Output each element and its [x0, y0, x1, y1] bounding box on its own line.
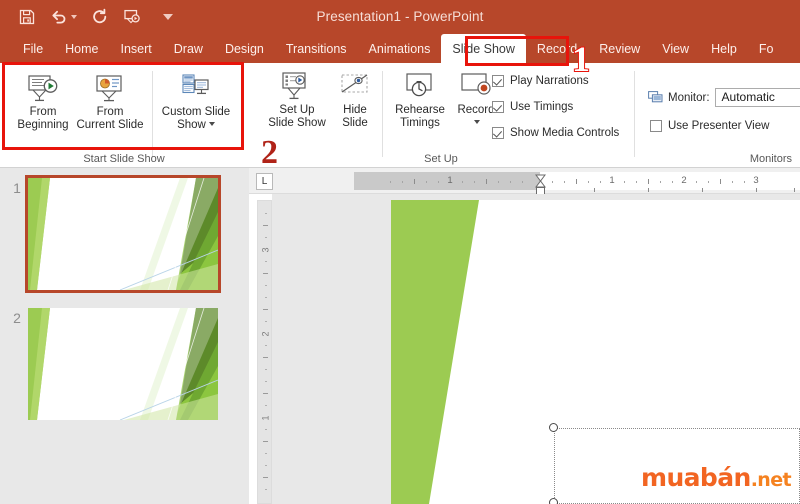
canvas-left-gutter	[272, 200, 391, 504]
hide-slide-label: Hide Slide	[342, 104, 368, 129]
group-separator	[634, 71, 635, 157]
ruler-label: 1	[260, 415, 271, 421]
thumbnail-slide-1[interactable]: 1	[6, 175, 221, 293]
ruler-label: 3	[753, 175, 759, 186]
monitor-setting-row: Monitor: Automatic	[648, 88, 800, 107]
from-beginning-button[interactable]: From Beginning	[10, 73, 76, 132]
ribbon-tab-strip: File Home Insert Draw Design Transitions…	[0, 34, 800, 63]
start-slide-show-group-label: Start Slide Show	[83, 153, 165, 165]
set-up-slide-show-icon	[282, 72, 306, 100]
monitor-label: Monitor:	[668, 91, 710, 104]
custom-slide-show-icon	[182, 74, 209, 95]
checkbox-icon	[492, 127, 504, 139]
use-presenter-view-checkbox[interactable]: Use Presenter View	[650, 120, 769, 132]
group-separator	[382, 71, 383, 157]
from-current-slide-icon	[96, 75, 122, 102]
powerpoint-window: Presentation1 - PowerPoint File Home Ins…	[0, 0, 800, 504]
use-timings-checkbox[interactable]: Use Timings	[492, 101, 573, 113]
watermark-suffix: .net	[750, 469, 792, 491]
thumbnail-preview	[28, 308, 218, 420]
slide-thumbnail-pane[interactable]: 1 2	[0, 168, 249, 504]
set-up-slide-show-label: Set Up Slide Show	[268, 104, 326, 129]
hide-slide-button[interactable]: Hide Slide	[332, 71, 378, 130]
ruler-label: 3	[260, 247, 271, 253]
tab-design[interactable]: Design	[214, 34, 275, 63]
tab-insert[interactable]: Insert	[110, 34, 163, 63]
horizontal-ruler[interactable]: 1 1 2 3	[249, 168, 800, 195]
tab-slide-show[interactable]: Slide Show	[441, 34, 526, 63]
ruler-label: 2	[260, 331, 271, 337]
from-current-slide-label: From Current Slide	[76, 106, 144, 131]
watermark: muabán.net	[641, 463, 792, 492]
tab-format[interactable]: Fo	[748, 34, 785, 63]
monitor-select[interactable]: Automatic	[714, 88, 800, 107]
chevron-down-icon[interactable]	[208, 122, 215, 126]
tab-record[interactable]: Record	[526, 34, 588, 63]
custom-slide-show-button[interactable]: Custom Slide Show	[155, 73, 237, 132]
from-beginning-label: From Beginning	[17, 106, 69, 131]
ribbon-group-set-up: Set Up Slide Show Hide Slide Rehearse Ti…	[252, 63, 630, 168]
ruler-label: 1	[609, 175, 615, 186]
slide-number: 2	[13, 310, 21, 326]
slide-number: 1	[13, 180, 21, 196]
watermark-main: muabán	[641, 463, 751, 492]
slide-background-graphic	[28, 308, 218, 420]
tab-animations[interactable]: Animations	[358, 34, 442, 63]
slide-background-graphic	[28, 178, 218, 290]
tab-view[interactable]: View	[651, 34, 700, 63]
monitors-group-label: Monitors	[749, 153, 792, 165]
checkbox-icon	[492, 101, 504, 113]
tab-stop-selector[interactable]: L	[256, 173, 273, 190]
set-up-slide-show-button[interactable]: Set Up Slide Show	[260, 71, 334, 130]
selection-handle-bottom-left[interactable]	[549, 498, 558, 504]
tab-help[interactable]: Help	[700, 34, 748, 63]
group-separator	[152, 71, 153, 157]
selection-handle-top-left[interactable]	[549, 423, 558, 432]
tab-file[interactable]: File	[12, 34, 54, 63]
checkbox-icon	[492, 75, 504, 87]
thumbnail-slide-2[interactable]: 2	[6, 308, 218, 420]
thumbnail-preview	[28, 178, 218, 290]
ruler-label: 1	[447, 175, 453, 186]
rehearse-timings-button[interactable]: Rehearse Timings	[387, 71, 453, 130]
play-narrations-checkbox[interactable]: Play Narrations	[492, 75, 589, 87]
tab-draw[interactable]: Draw	[163, 34, 214, 63]
title-bar: Presentation1 - PowerPoint	[0, 0, 800, 34]
tab-review[interactable]: Review	[588, 34, 651, 63]
tab-transitions[interactable]: Transitions	[275, 34, 358, 63]
vertical-ruler[interactable]: 3 2 1	[257, 200, 272, 504]
slide-editing-surface[interactable]: muabán.net	[391, 200, 800, 504]
indent-marker[interactable]	[535, 174, 546, 195]
chevron-down-icon[interactable]	[474, 120, 481, 124]
hide-slide-icon	[341, 74, 368, 93]
set-up-group-label: Set Up	[424, 153, 458, 165]
ribbon: From Beginning From Current Slide Custom…	[0, 63, 800, 168]
checkbox-icon	[650, 120, 662, 132]
from-current-slide-button[interactable]: From Current Slide	[71, 73, 149, 132]
record-label: Record	[457, 104, 495, 130]
record-icon	[461, 73, 491, 95]
ribbon-group-monitors: Monitor: Automatic Use Presenter View Mo…	[638, 63, 800, 168]
monitor-icon	[648, 91, 663, 103]
rehearse-timings-label: Rehearse Timings	[395, 104, 445, 129]
tab-home[interactable]: Home	[54, 34, 109, 63]
from-beginning-icon	[28, 75, 58, 102]
horizontal-ruler-track: 1 1 2 3	[354, 172, 800, 195]
slide-canvas-area[interactable]: muabán.net	[272, 194, 800, 504]
thumbnail-frame[interactable]	[25, 175, 221, 293]
custom-slide-show-label: Custom Slide Show	[161, 106, 231, 131]
ribbon-group-start-slide-show: From Beginning From Current Slide Custom…	[0, 63, 248, 168]
show-media-controls-checkbox[interactable]: Show Media Controls	[492, 127, 619, 139]
rehearse-timings-icon	[406, 73, 432, 97]
ruler-label: 2	[681, 175, 687, 186]
thumbnail-frame[interactable]	[28, 308, 218, 420]
ruler-content-area	[540, 172, 800, 190]
window-title: Presentation1 - PowerPoint	[316, 9, 484, 24]
